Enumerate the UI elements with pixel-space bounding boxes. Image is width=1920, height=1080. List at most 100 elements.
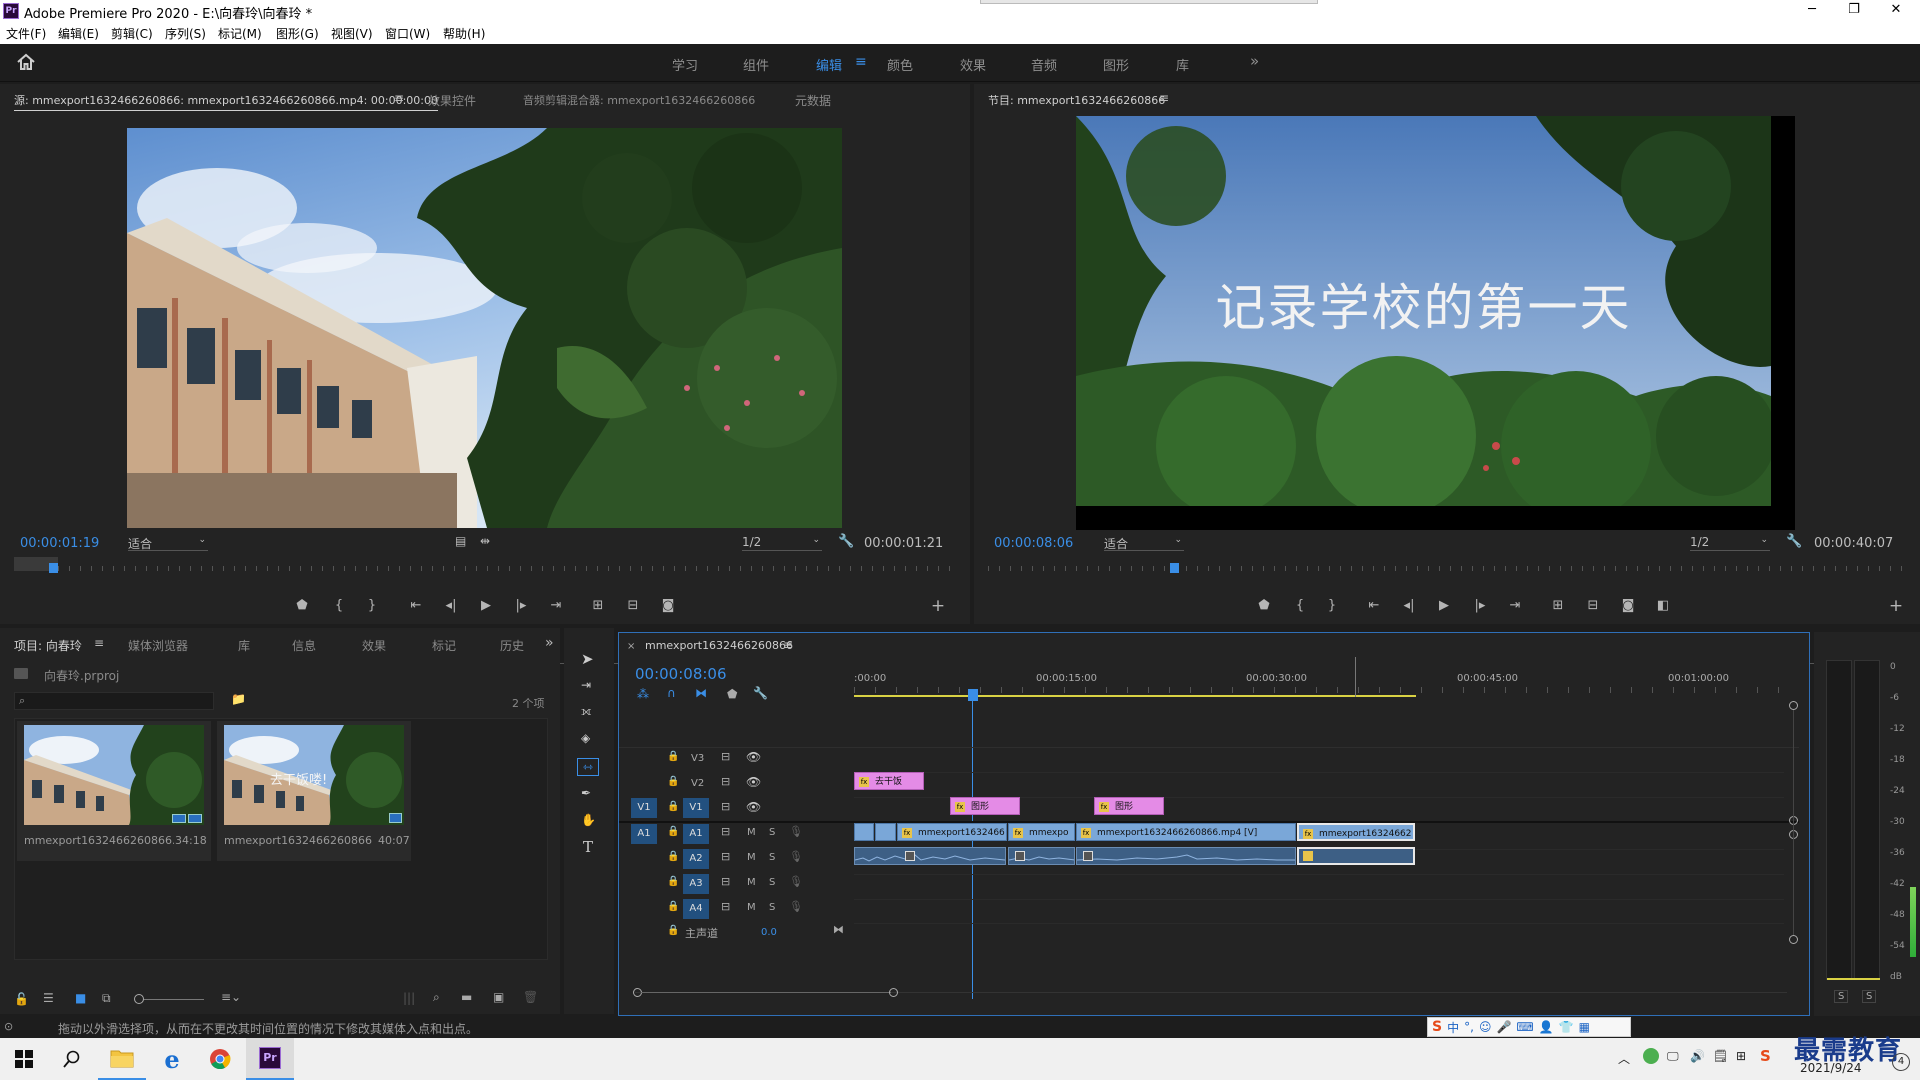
home-icon[interactable] [16, 53, 36, 71]
source-fit-dropdown[interactable]: 适合 ⌄ [128, 535, 208, 551]
go-to-out-icon[interactable]: ⇥ [546, 597, 566, 615]
drag-video-icon[interactable]: ⇹ [480, 534, 490, 548]
voiceover-mic-icon[interactable]: 🎙 [789, 825, 803, 838]
program-button-editor-plus-icon[interactable]: + [1886, 597, 1906, 615]
source-button-editor-plus-icon[interactable]: + [928, 597, 948, 615]
track-a3-target[interactable]: A3 [683, 874, 709, 894]
program-settings-wrench-icon[interactable]: 🔧 [1786, 534, 1802, 549]
mute-button[interactable]: M [747, 902, 756, 913]
source-settings-wrench-icon[interactable]: 🔧 [838, 534, 854, 549]
eye-icon[interactable]: 👁 [746, 775, 761, 789]
master-track-value[interactable]: 0.0 [761, 927, 777, 938]
timeline-audio-clip-a1-1[interactable] [854, 847, 1006, 865]
close-button[interactable]: ✕ [1876, 0, 1916, 22]
sync-lock-icon[interactable]: ⊟ [721, 875, 730, 888]
menu-window[interactable]: 窗口(W) [385, 25, 430, 42]
tab-metadata[interactable]: 元数据 [795, 92, 831, 109]
work-area-bar[interactable] [854, 695, 1416, 697]
lift-icon[interactable]: ⊞ [1548, 597, 1568, 615]
lock-icon[interactable]: 🔒 [667, 801, 679, 812]
program-current-timecode[interactable]: 00:00:08:06 [994, 536, 1073, 551]
source-patch-v1[interactable]: V1 [631, 798, 657, 818]
ime-toolbar[interactable]: S 中 °, ☺ 🎤 ⌨ 👤 👕 ▦ [1427, 1017, 1631, 1037]
lock-icon[interactable]: 🔒 [667, 925, 679, 936]
source-playhead[interactable] [49, 563, 59, 573]
slip-tool-icon[interactable]: ⇿ [577, 758, 599, 776]
step-back-icon[interactable]: ◂| [441, 597, 461, 615]
tab-history[interactable]: 历史 [500, 637, 524, 654]
mute-button[interactable]: M [747, 877, 756, 888]
timeline-audio-clip-a1-2[interactable] [1008, 847, 1075, 865]
edge-browser-icon[interactable]: e [148, 1038, 196, 1080]
tab-info[interactable]: 信息 [292, 637, 316, 654]
tray-volume-icon[interactable]: 🔊 [1690, 1049, 1705, 1063]
solo-button[interactable]: S [769, 852, 775, 863]
tray-ime-icon[interactable]: ⊞ [1736, 1049, 1746, 1063]
timeline-playhead-handle[interactable] [968, 689, 978, 701]
go-to-in-icon[interactable]: ⇤ [406, 597, 426, 615]
chrome-browser-icon[interactable] [196, 1038, 244, 1080]
mark-out-icon[interactable]: } [1322, 597, 1342, 615]
menu-edit[interactable]: 编辑(E) [58, 25, 99, 42]
mark-in-icon[interactable]: { [329, 597, 349, 615]
export-frame-camera-icon[interactable]: ◙ [1618, 597, 1638, 615]
workspace-library[interactable]: 库 [1176, 55, 1189, 74]
tab-media-browser[interactable]: 媒体浏览器 [128, 637, 188, 654]
program-tab-menu-icon[interactable]: ≡ [1159, 91, 1169, 105]
go-to-in-icon[interactable]: ⇤ [1364, 597, 1384, 615]
insert-overwrite-icon[interactable]: ▤ [455, 534, 466, 548]
notification-center-icon[interactable]: 4 [1892, 1053, 1910, 1071]
tab-sequence[interactable]: mmexport1632466260866 [645, 639, 793, 652]
project-search-input[interactable]: ⌕ [14, 692, 214, 710]
tab-libraries[interactable]: 库 [238, 637, 250, 654]
timeline-clip-v2-graphic-2[interactable]: fx 图形 [1094, 797, 1164, 815]
tab-project[interactable]: 项目: 向春玲 [14, 637, 82, 654]
workspace-audio[interactable]: 音频 [1031, 55, 1057, 74]
add-marker-icon[interactable]: ⬟ [1254, 597, 1274, 615]
tab-effects[interactable]: 效果 [362, 637, 386, 654]
workspace-effects[interactable]: 效果 [960, 55, 986, 74]
mute-button[interactable]: M [747, 852, 756, 863]
timeline-scroll-range[interactable] [641, 992, 891, 993]
lock-icon[interactable]: 🔒 [667, 826, 679, 837]
solo-button[interactable]: S [769, 902, 775, 913]
timeline-vertical-zoom-bottom[interactable] [1789, 935, 1798, 944]
sync-lock-icon[interactable]: ⊟ [721, 750, 730, 763]
tab-source[interactable]: 源: mmexport1632466260866: mmexport163246… [14, 92, 438, 111]
menu-clip[interactable]: 剪辑(C) [111, 25, 153, 42]
timeline-ruler[interactable]: :00:00 00:00:15:00 00:00:30:00 00:00:45:… [854, 657, 1794, 699]
program-playhead[interactable] [1169, 563, 1179, 573]
workspace-menu-icon[interactable]: ≡ [855, 54, 867, 70]
workspace-graphics[interactable]: 图形 [1103, 55, 1129, 74]
workspace-overflow-button[interactable]: » [1250, 52, 1259, 70]
timeline-vertical-zoom-top[interactable] [1789, 701, 1798, 710]
timeline-settings-wrench-icon[interactable]: 🔧 [753, 686, 768, 700]
overwrite-icon[interactable]: ⊟ [623, 597, 643, 615]
tray-network-icon[interactable]: 🖵 [1667, 1049, 1679, 1064]
taskbar-search-icon[interactable] [48, 1038, 96, 1080]
track-a1-target[interactable]: A1 [683, 824, 709, 844]
snap-icon[interactable]: ∩ [667, 686, 676, 700]
workspace-assembly[interactable]: 组件 [743, 55, 769, 74]
step-forward-icon[interactable]: |▸ [511, 597, 531, 615]
windows-start-icon[interactable] [0, 1038, 48, 1080]
step-forward-icon[interactable]: |▸ [1470, 597, 1490, 615]
workspace-color[interactable]: 颜色 [887, 55, 913, 74]
workspace-editing[interactable]: 编辑 [816, 55, 842, 74]
lock-icon[interactable]: 🔒 [667, 751, 679, 762]
voiceover-mic-icon[interactable]: 🎙 [789, 850, 803, 863]
mute-button[interactable]: M [747, 827, 756, 838]
project-item-sequence[interactable]: 去干饭喽! mmexport1632466260866 40:07 [217, 721, 411, 861]
new-item-icon[interactable]: ▣ [493, 990, 504, 1004]
meter-solo-right[interactable]: S [1862, 990, 1877, 1003]
menu-graphics[interactable]: 图形(G) [276, 25, 319, 42]
tray-notes-icon[interactable]: 🗒 [1713, 1049, 1728, 1063]
timeline-clip-v3-title[interactable]: fx 去干饭 [854, 772, 924, 790]
comparison-view-icon[interactable]: ◧ [1653, 597, 1673, 615]
source-patch-a1[interactable]: A1 [631, 824, 657, 844]
voiceover-mic-icon[interactable]: 🎙 [789, 900, 803, 913]
timeline-clip-v1-segment-0[interactable] [854, 823, 874, 841]
source-current-timecode[interactable]: 00:00:01:19 [20, 536, 99, 551]
timeline-timecode[interactable]: 00:00:08:06 [635, 665, 727, 683]
sync-lock-icon[interactable]: ⊟ [721, 850, 730, 863]
